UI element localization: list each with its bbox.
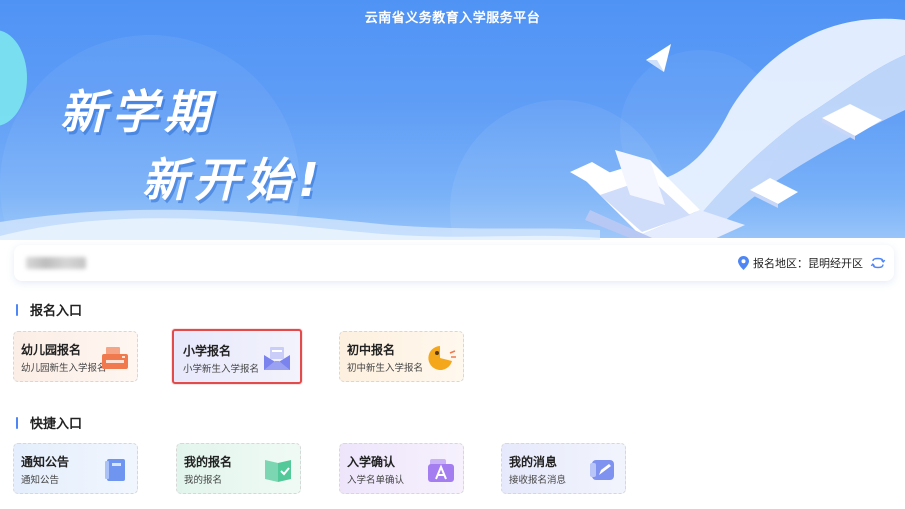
letter-a-icon <box>428 459 454 482</box>
slogan-line-1: 新学期 <box>60 85 216 139</box>
message-edit-icon <box>590 460 614 480</box>
card-subtitle: 入学名单确认 <box>347 475 405 486</box>
section-shortcuts: 快捷入口 <box>16 413 82 432</box>
hero-banner: 云南省义务教育入学服务平台 新学期 新开始! <box>0 0 905 262</box>
card-kindergarten-registration[interactable]: 幼儿园报名 幼儿园新生入学报名 <box>13 331 138 382</box>
card-subtitle: 初中新生入学报名 <box>347 363 424 374</box>
section-shortcuts-title: 快捷入口 <box>30 417 83 432</box>
section-registration: 报名入口 <box>16 300 82 319</box>
notice-book-icon <box>105 459 125 481</box>
card-subtitle: 小学新生入学报名 <box>183 364 260 375</box>
section-accent-bar <box>16 416 18 429</box>
card-title: 小学报名 <box>183 344 232 358</box>
location-pin-icon <box>738 256 749 270</box>
check-book-icon <box>265 460 291 482</box>
card-subtitle: 我的报名 <box>184 475 223 486</box>
card-my-registration[interactable]: 我的报名 我的报名 <box>176 443 301 494</box>
card-subtitle: 接收报名消息 <box>509 475 567 486</box>
card-title: 幼儿园报名 <box>21 343 82 357</box>
user-name-blurred <box>26 257 86 269</box>
card-title: 我的消息 <box>509 455 558 469</box>
card-enrollment-confirmation[interactable]: 入学确认 入学名单确认 <box>339 443 464 494</box>
region-selector[interactable]: 报名地区： 昆明经开区 <box>738 255 886 271</box>
card-title: 我的报名 <box>184 455 233 469</box>
card-primary-school-registration[interactable]: 小学报名 小学新生入学报名 <box>172 329 302 384</box>
envelope-icon <box>264 347 290 370</box>
pacman-icon <box>428 346 456 370</box>
printer-icon <box>102 347 128 369</box>
user-info-bar: 报名地区： 昆明经开区 <box>14 245 894 281</box>
card-middle-school-registration[interactable]: 初中报名 初中新生入学报名 <box>339 331 464 382</box>
card-subtitle: 幼儿园新生入学报名 <box>21 363 107 374</box>
section-accent-bar <box>16 303 18 316</box>
region-value: 昆明经开区 <box>808 257 863 270</box>
card-my-messages[interactable]: 我的消息 接收报名消息 <box>501 443 626 494</box>
page-title: 云南省义务教育入学服务平台 <box>364 11 541 26</box>
section-registration-title: 报名入口 <box>30 304 83 319</box>
slogan-line-2: 新开始! <box>142 153 325 207</box>
card-title: 初中报名 <box>347 343 396 357</box>
switch-region-icon[interactable] <box>870 257 886 269</box>
card-subtitle: 通知公告 <box>21 475 60 486</box>
card-title: 入学确认 <box>347 455 396 469</box>
card-notice[interactable]: 通知公告 通知公告 <box>13 443 138 494</box>
region-label: 报名地区： <box>753 257 808 270</box>
card-title: 通知公告 <box>21 455 70 469</box>
